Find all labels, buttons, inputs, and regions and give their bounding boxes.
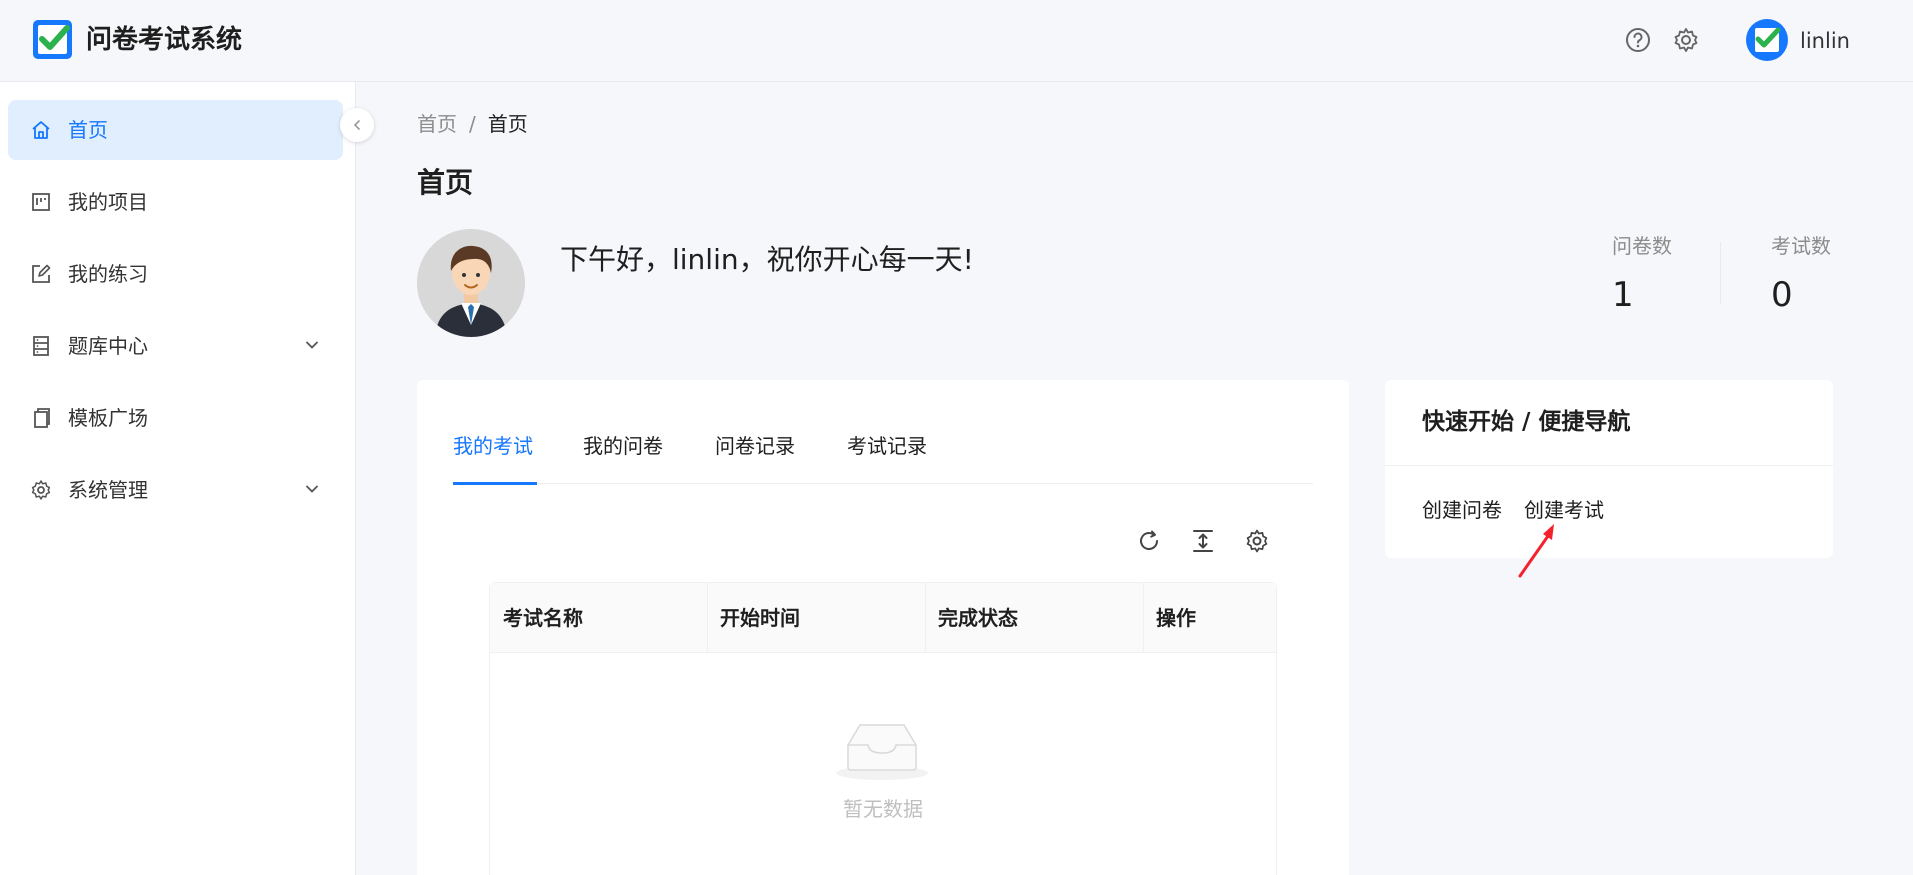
businessman-avatar-icon [417, 229, 525, 337]
tab-survey-records[interactable]: 问卷记录 [715, 432, 795, 460]
stat-value: 0 [1771, 275, 1793, 315]
sidebar-item-label: 我的练习 [68, 262, 148, 286]
stat-exam-count: 考试数 0 [1771, 232, 1831, 318]
chevron-down-icon [306, 485, 318, 493]
tab-exam-records[interactable]: 考试记录 [847, 432, 927, 460]
quick-start-card: 快速开始 / 便捷导航 创建问卷 创建考试 [1385, 380, 1833, 558]
breadcrumb-separator: / [469, 112, 476, 136]
sidebar-collapse-button[interactable] [340, 108, 374, 142]
sidebar-item-label: 我的项目 [68, 190, 148, 214]
sidebar-item-projects[interactable]: 我的项目 [8, 172, 343, 232]
top-header: 问卷考试系统 linlin [0, 0, 1913, 82]
sidebar-item-label: 首页 [68, 118, 108, 142]
app-logo-icon[interactable] [31, 18, 74, 61]
sidebar-item-label: 模板广场 [68, 406, 148, 430]
stat-divider [1720, 242, 1721, 304]
annotation-arrow-icon [1518, 524, 1554, 578]
records-tabs: 我的考试 我的问卷 问卷记录 考试记录 [453, 432, 1313, 484]
tab-my-surveys[interactable]: 我的问卷 [583, 432, 663, 460]
tab-my-exams[interactable]: 我的考试 [453, 432, 533, 460]
sidebar-item-practice[interactable]: 我的练习 [8, 244, 343, 304]
sidebar-item-home[interactable]: 首页 [8, 100, 343, 160]
empty-inbox-icon [836, 724, 928, 780]
stat-value: 1 [1612, 275, 1634, 315]
reload-icon[interactable] [1136, 528, 1162, 554]
stat-label: 考试数 [1771, 234, 1831, 258]
sidebar-item-label: 系统管理 [68, 478, 148, 502]
project-icon [32, 193, 50, 211]
sidebar-item-label: 题库中心 [68, 334, 148, 358]
quick-start-divider [1385, 465, 1833, 466]
sidebar: 首页 我的项目 我的练习 题库中心 模板广场 系统管理 [0, 82, 356, 875]
quick-start-title: 快速开始 / 便捷导航 [1422, 409, 1631, 435]
chevron-left-icon [353, 120, 360, 130]
setting-icon[interactable] [1244, 528, 1270, 554]
edit-icon [32, 264, 51, 283]
column-actions: 操作 [1156, 606, 1196, 630]
user-avatar[interactable] [1745, 18, 1789, 62]
help-icon[interactable] [1624, 26, 1652, 54]
gear-icon[interactable] [1672, 26, 1700, 54]
copy-icon [34, 408, 50, 428]
empty-state-text: 暂无数据 [843, 797, 923, 821]
breadcrumb-root[interactable]: 首页 [417, 112, 457, 136]
breadcrumb: 首页 / 首页 [417, 110, 528, 138]
column-start-time: 开始时间 [720, 606, 800, 630]
stat-survey-count: 问卷数 1 [1612, 232, 1672, 318]
records-card: 我的考试 我的问卷 问卷记录 考试记录 考试名称 开始时间 完成状态 操作 暂无… [417, 380, 1349, 875]
greeting-text: 下午好，linlin，祝你开心每一天! [560, 243, 974, 276]
exams-table: 考试名称 开始时间 完成状态 操作 暂无数据 [489, 582, 1277, 875]
create-survey-link[interactable]: 创建问卷 [1422, 496, 1502, 524]
home-icon [32, 121, 50, 139]
app-title: 问卷考试系统 [86, 25, 243, 55]
profile-avatar [417, 229, 525, 337]
column-height-icon[interactable] [1190, 528, 1216, 554]
chevron-down-icon [306, 341, 318, 349]
table-header: 考试名称 开始时间 完成状态 操作 [490, 583, 1276, 653]
column-status: 完成状态 [938, 606, 1018, 630]
page-title: 首页 [417, 166, 474, 199]
database-icon [33, 336, 49, 356]
sidebar-item-templates[interactable]: 模板广场 [8, 388, 343, 448]
column-exam-name: 考试名称 [503, 606, 583, 630]
stat-label: 问卷数 [1612, 234, 1672, 258]
tab-active-indicator [453, 482, 537, 485]
sidebar-item-question-bank[interactable]: 题库中心 [8, 316, 343, 376]
gear-icon [31, 480, 51, 500]
breadcrumb-current: 首页 [487, 112, 528, 136]
user-name[interactable]: linlin [1800, 26, 1850, 56]
sidebar-item-system[interactable]: 系统管理 [8, 460, 343, 520]
